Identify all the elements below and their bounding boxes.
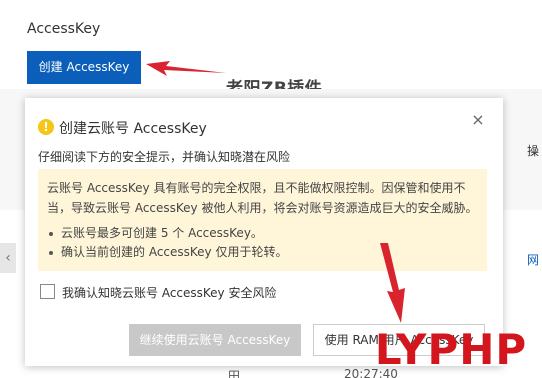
create-accesskey-button[interactable]: 创建 AccessKey	[27, 51, 141, 84]
warning-list-item: 云账号最多可创建 5 个 AccessKey。	[47, 224, 287, 243]
dialog-description: 仔细阅读下方的安全提示，并确认知晓潜在风险	[38, 150, 291, 164]
site-logo: LYPHP	[374, 325, 528, 374]
dialog-title: 创建云账号 AccessKey	[59, 121, 207, 137]
warning-circle-icon: !	[38, 119, 54, 135]
warning-list-item: 确认当前创建的 AccessKey 仅用于轮转。	[47, 243, 287, 262]
table-header-action: 操	[527, 144, 540, 158]
page-title: AccessKey	[27, 21, 101, 37]
table-link[interactable]: 网	[527, 251, 539, 268]
annotation-arrow-left	[146, 61, 226, 76]
page: AccessKey 创建 AccessKey 老阳ZB插件 操 网 田 20:2…	[0, 0, 542, 378]
risk-acknowledge-label[interactable]: 我确认知晓云账号 AccessKey 安全风险	[62, 284, 276, 301]
security-warning-box: 云账号 AccessKey 具有账号的完全权限，且不能做权限控制。因保管和使用不…	[38, 169, 487, 271]
risk-acknowledge-checkbox[interactable]	[40, 284, 55, 299]
annotation-arrow-down	[380, 243, 405, 323]
warning-list: 云账号最多可创建 5 个 AccessKey。 确认当前创建的 AccessKe…	[47, 224, 287, 262]
continue-cloud-account-button[interactable]: 继续使用云账号 AccessKey	[129, 324, 301, 356]
close-icon[interactable]: ×	[470, 112, 486, 128]
table-cell: 田	[228, 369, 241, 378]
warning-paragraph: 云账号 AccessKey 具有账号的完全权限，且不能做权限控制。因保管和使用不…	[47, 181, 478, 215]
scroll-left-button[interactable]: ‹	[0, 243, 16, 273]
